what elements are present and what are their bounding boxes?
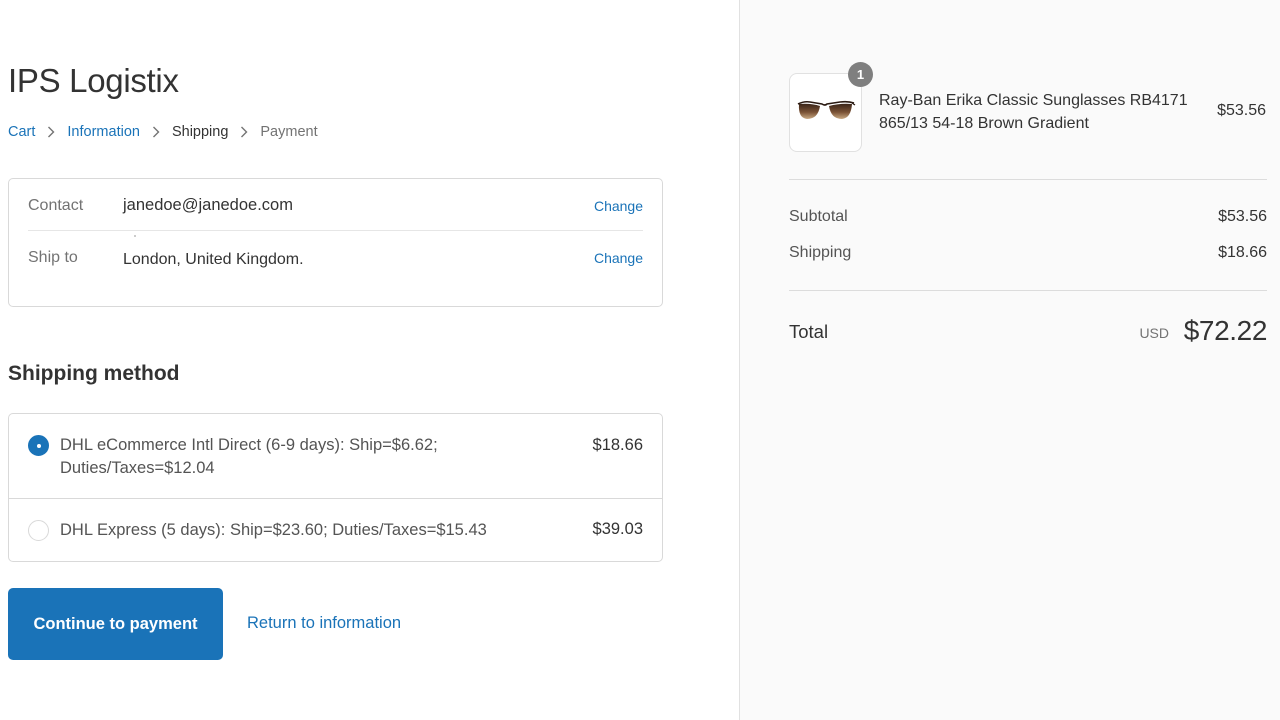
change-ship-to-link[interactable]: Change <box>594 250 643 266</box>
chevron-right-icon <box>240 126 248 138</box>
shipping-option[interactable]: DHL Express (5 days): Ship=$23.60; Dutie… <box>9 499 662 562</box>
contact-value: janedoe@janedoe.com <box>123 196 293 214</box>
shipping-methods: DHL eCommerce Intl Direct (6-9 days): Sh… <box>8 413 663 562</box>
breadcrumb-cart[interactable]: Cart <box>8 124 35 140</box>
continue-to-payment-button[interactable]: Continue to payment <box>8 588 223 660</box>
breadcrumb-shipping: Shipping <box>171 124 229 140</box>
checkout-main: IPS Logistix Cart Information Shipping P… <box>0 0 739 720</box>
total-value: $72.22 <box>1183 315 1268 346</box>
shop-title: IPS Logistix <box>8 62 179 99</box>
currency-code: USD <box>1139 325 1169 341</box>
divider <box>789 290 1267 291</box>
product-thumbnail <box>789 73 862 152</box>
shipping-option-price: $39.03 <box>592 520 643 538</box>
product-price: $53.56 <box>1217 102 1266 119</box>
shipping-option-label: DHL Express (5 days): Ship=$23.60; Dutie… <box>60 521 487 539</box>
contact-label: Contact <box>28 197 84 214</box>
ship-to-label: Ship to <box>28 249 78 266</box>
shipping-option-price: $18.66 <box>592 436 643 454</box>
subtotal-value: $53.56 <box>1218 208 1267 225</box>
review-block: Contact janedoe@janedoe.com Change Ship … <box>8 178 663 307</box>
breadcrumb: Cart Information Shipping Payment <box>8 124 318 140</box>
chevron-right-icon <box>152 126 160 138</box>
quantity-badge: 1 <box>848 62 873 87</box>
subtotal-label: Subtotal <box>789 208 848 225</box>
divider <box>789 179 1267 180</box>
shipping-option[interactable]: DHL eCommerce Intl Direct (6-9 days): Sh… <box>9 414 662 499</box>
ship-to-row: Ship to London, United Kingdom. Change <box>28 232 643 284</box>
shipping-option-label: DHL eCommerce Intl Direct (6-9 days): Sh… <box>60 436 438 477</box>
order-summary: 1 Ray-Ban Erika Classic Sunglasses RB417… <box>739 0 1280 720</box>
chevron-right-icon <box>47 126 55 138</box>
breadcrumb-payment: Payment <box>260 124 318 140</box>
ship-to-value: London, United Kingdom. <box>123 251 304 268</box>
shipping-label: Shipping <box>789 244 852 261</box>
total-row: Total USD $72.22 <box>789 315 1267 355</box>
shipping-method-title: Shipping method <box>8 362 180 385</box>
radio-unchecked[interactable] <box>28 520 49 541</box>
total-label: Total <box>789 321 829 342</box>
divider-dot <box>134 235 136 237</box>
breadcrumb-information[interactable]: Information <box>67 124 140 140</box>
shipping-value: $18.66 <box>1218 244 1267 261</box>
change-contact-link[interactable]: Change <box>594 198 643 214</box>
return-to-information-link[interactable]: Return to information <box>247 614 401 633</box>
sunglasses-icon <box>797 100 856 119</box>
contact-row: Contact janedoe@janedoe.com Change <box>28 179 643 231</box>
product-name: Ray-Ban Erika Classic Sunglasses RB4171 … <box>879 92 1188 132</box>
radio-checked[interactable] <box>28 435 49 456</box>
